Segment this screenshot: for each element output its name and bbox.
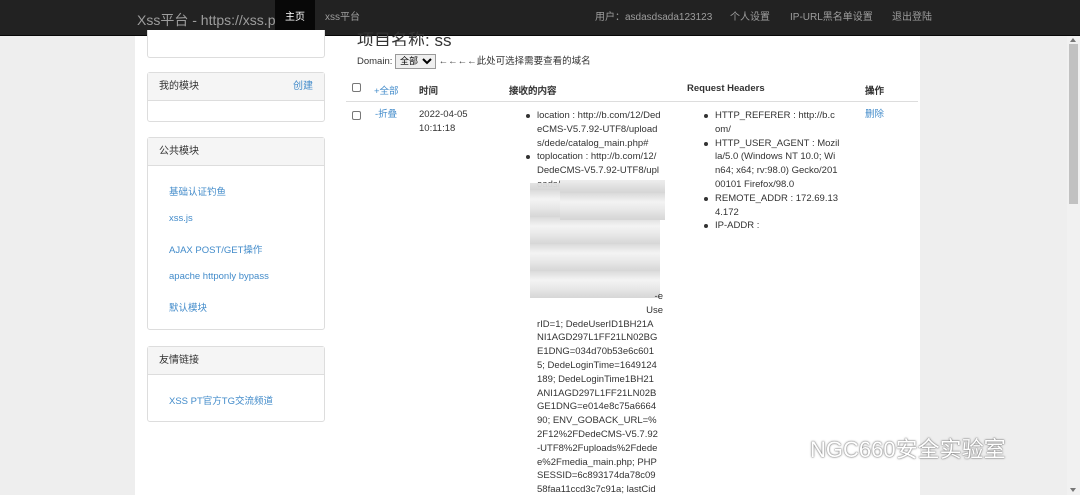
header-item-remote-addr: REMOTE_ADDR : 172.69.134.172: [704, 192, 839, 218]
domain-hint: ←←←←此处可选择需要查看的域名: [438, 56, 591, 67]
col-header-action: 操作: [865, 86, 885, 97]
module-link-default[interactable]: 默认模块: [169, 300, 207, 314]
domain-select[interactable]: 全部: [395, 53, 437, 69]
project-title: 项目名称: ss: [357, 31, 452, 46]
cookie-line: rID=1; DedeUserID1BH21A: [537, 318, 654, 330]
scroll-up-arrow-icon[interactable]: [1070, 38, 1076, 42]
redacted-region-top: [560, 180, 665, 220]
table-header-divider: [346, 101, 918, 102]
col-header-request-headers: Request Headers: [687, 83, 765, 94]
col-header-content: 接收的内容: [509, 86, 557, 97]
collapse-link[interactable]: -折叠: [375, 108, 397, 122]
friend-link-tg[interactable]: XSS PT官方TG交流频道: [169, 393, 273, 407]
user-label[interactable]: 用户：asdasdsada123123: [595, 0, 712, 36]
cookie-line: ANI1AGD297L1FF21LN02B: [537, 387, 657, 399]
cookie-line: GE1DNG=e014e8c75a6664: [537, 401, 657, 413]
domain-label: Domain:: [357, 56, 393, 67]
row-date: 2022-04-05: [419, 109, 468, 120]
cookie-text: -e Use rID=1; DedeUserID1BH21A NI1AGD297…: [537, 290, 663, 495]
personal-settings-link[interactable]: 个人设置: [730, 0, 770, 36]
request-headers-list: HTTP_REFERER : http://b.com/ HTTP_USER_A…: [704, 109, 840, 233]
expand-all-link[interactable]: +全部: [374, 83, 399, 97]
brand-link[interactable]: Xss平台 - https://xss.pt: [137, 10, 279, 30]
friend-links-header: 友情链接: [148, 347, 324, 375]
content-item-location: location : http://b.com/12/DedeCMS-V5.7.…: [526, 109, 663, 150]
cookie-line: 2F12%2FDedeCMS-V5.7.92: [537, 428, 658, 440]
row-timestamp: 2022-04-05 10:11:18: [419, 108, 468, 136]
module-link-ajax[interactable]: AJAX POST/GET操作: [169, 242, 262, 256]
cookie-line: -e: [654, 291, 663, 302]
cookie-line: 90; ENV_GOBACK_URL=%: [537, 415, 657, 427]
module-link-basic-auth[interactable]: 基础认证钓鱼: [169, 184, 226, 198]
row-time: 10:11:18: [419, 123, 456, 134]
my-modules-header: 我的模块 创建: [148, 73, 324, 101]
create-module-link[interactable]: 创建: [293, 73, 313, 101]
module-link-httponly-bypass[interactable]: apache httponly bypass: [169, 271, 269, 282]
my-modules-title: 我的模块: [159, 81, 199, 92]
header-item-ip-addr: IP-ADDR :: [704, 219, 840, 233]
delete-link[interactable]: 删除: [865, 108, 884, 122]
module-link-xss-js[interactable]: xss.js: [169, 213, 193, 224]
public-modules-header: 公共模块: [148, 138, 324, 166]
cookie-line: Use: [646, 304, 663, 316]
page-scrollbar[interactable]: [1067, 36, 1080, 495]
watermark-text: NGC660安全实验室: [810, 437, 1006, 462]
scroll-down-arrow-icon[interactable]: [1070, 488, 1076, 492]
ip-blacklist-link[interactable]: IP-URL黑名单设置: [790, 0, 873, 36]
cookie-line: NI1AGD297L1FF21LN02BG: [537, 332, 658, 344]
select-all-checkbox[interactable]: [352, 83, 361, 92]
col-header-time: 时间: [419, 86, 439, 97]
cookie-line: SESSID=6c893174da78c09: [537, 470, 656, 482]
domain-filter-row: Domain: 全部 ←←←←此处可选择需要查看的域名: [357, 53, 591, 69]
wechat-icon: [766, 435, 802, 461]
cookie-line: E1DNG=034d70b53e6c601: [537, 346, 654, 358]
header-item-referer: HTTP_REFERER : http://b.com/: [704, 109, 840, 137]
public-modules-panel: 公共模块 基础认证钓鱼 xss.js AJAX POST/GET操作 apach…: [147, 137, 325, 330]
scrollbar-thumb[interactable]: [1069, 44, 1078, 204]
cookie-line: e%2Fmedia_main.php; PHP: [537, 456, 657, 468]
row-checkbox[interactable]: [352, 111, 361, 120]
logout-link[interactable]: 退出登陆: [892, 0, 932, 36]
cookie-line: 58faa11ccd3c7c91a; lastCid: [537, 484, 656, 495]
sidebar-panel-top: [147, 30, 325, 58]
friend-links-panel: 友情链接 XSS PT官方TG交流频道: [147, 346, 325, 422]
header-item-user-agent: HTTP_USER_AGENT : Mozilla/5.0 (Windows N…: [704, 137, 840, 190]
cookie-line: 5; DedeLoginTime=1649124: [537, 359, 657, 371]
cookie-line: 189; DedeLoginTime1BH21: [537, 373, 654, 385]
my-modules-panel: 我的模块 创建: [147, 72, 325, 122]
cookie-line: -UTF8%2Fuploads%2Fdede: [537, 442, 658, 454]
